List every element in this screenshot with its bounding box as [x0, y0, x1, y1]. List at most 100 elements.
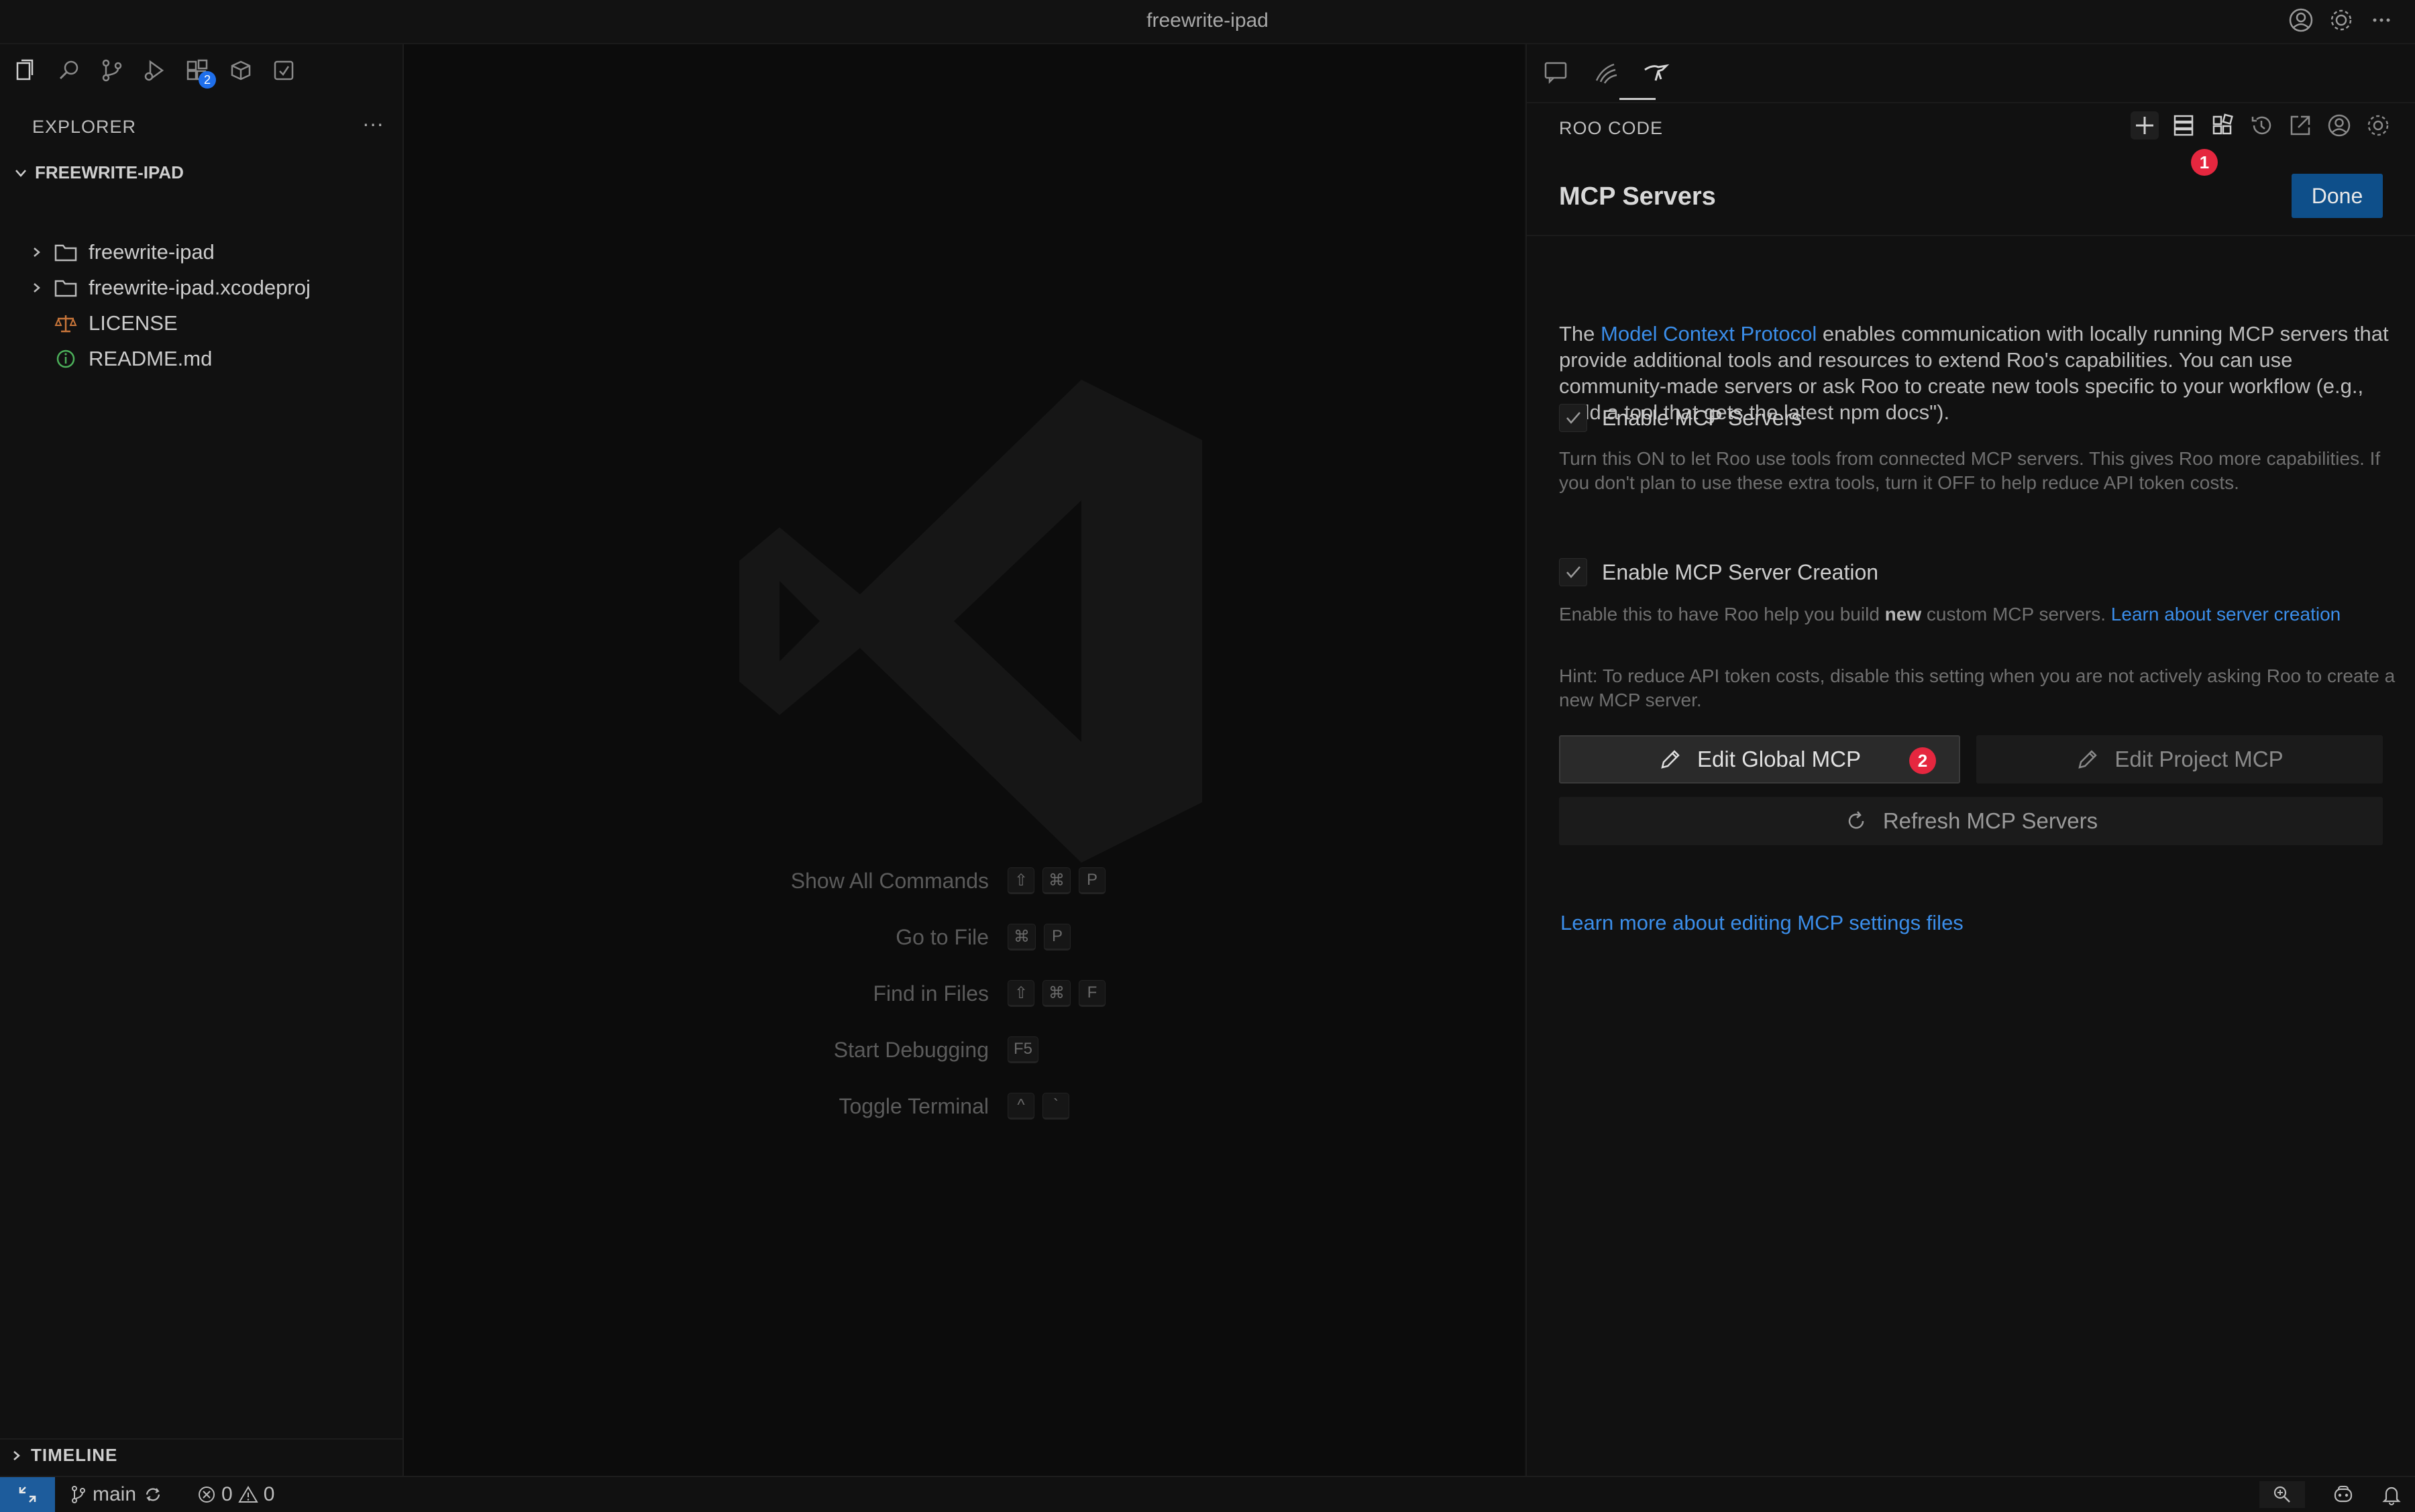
tree-item-folder[interactable]: freewrite-ipad [30, 240, 215, 264]
chevron-right-icon [30, 246, 43, 259]
shortcut-label: Start Debugging [833, 1037, 989, 1062]
roo-kangaroo-icon[interactable] [1640, 56, 1672, 89]
description-text: Enable this to have Roo help you build [1559, 604, 1885, 625]
edit-project-mcp-button[interactable]: Edit Project MCP [1976, 735, 2383, 784]
done-button[interactable]: Done [2292, 174, 2383, 218]
chevron-right-icon [30, 281, 43, 294]
account-icon[interactable] [2288, 7, 2314, 34]
copilot-icon[interactable] [2332, 1484, 2355, 1505]
explorer-icon[interactable] [12, 56, 40, 85]
search-icon[interactable] [55, 56, 83, 85]
learn-more-mcp-settings-link[interactable]: Learn more about editing MCP settings fi… [1560, 911, 1964, 935]
tree-item-label: README.md [89, 347, 213, 370]
folder-icon [54, 242, 78, 262]
testing-icon[interactable] [270, 56, 298, 85]
enable-server-creation-checkbox[interactable] [1559, 558, 1587, 586]
shortcut-label: Show All Commands [790, 868, 989, 893]
extensions-badge: 2 [199, 71, 216, 89]
timeline-label: TIMELINE [31, 1445, 118, 1465]
marketplace-icon[interactable] [2208, 111, 2237, 140]
roo-toolbar [2131, 111, 2392, 140]
tree-item-label: LICENSE [89, 311, 178, 335]
activity-bar: 2 [12, 56, 298, 89]
shortcut-label: Go to File [896, 924, 989, 949]
shortcut-row: Start Debugging F5 [404, 1033, 1039, 1067]
title-bar: freewrite-ipad [0, 0, 2415, 44]
divider [0, 1438, 402, 1440]
zoom-icon[interactable] [2259, 1481, 2305, 1508]
shortcut-key: ⌘ [1042, 867, 1071, 894]
edit-project-mcp-label: Edit Project MCP [2114, 747, 2284, 771]
wave-icon[interactable] [1590, 56, 1622, 89]
learn-server-creation-link[interactable]: Learn about server creation [2111, 604, 2341, 625]
window-title: freewrite-ipad [1146, 9, 1269, 32]
refresh-mcp-servers-button[interactable]: Refresh MCP Servers [1559, 797, 2383, 845]
history-icon[interactable] [2247, 111, 2275, 140]
step-badge: 1 [2191, 149, 2218, 176]
enable-server-creation-label: Enable MCP Server Creation [1602, 559, 1879, 584]
chevron-right-icon [9, 1449, 23, 1462]
step-badge: 2 [1909, 747, 1936, 774]
shortcut-key: ` [1042, 1093, 1069, 1120]
pencil-icon [1658, 747, 1682, 771]
settings-gear-icon[interactable] [2364, 111, 2392, 140]
enable-server-creation-row: Enable MCP Server Creation [1559, 558, 1878, 586]
error-count: 0 [221, 1483, 233, 1505]
account-icon[interactable] [2325, 111, 2353, 140]
source-control-icon[interactable] [98, 56, 126, 85]
shortcut-key: ⇧ [1008, 867, 1034, 894]
explorer-header: EXPLORER [32, 117, 137, 137]
notifications-bell-icon[interactable] [2381, 1484, 2402, 1505]
problems-indicator[interactable]: 0 0 [197, 1477, 274, 1512]
status-bar: main 0 0 [0, 1476, 2415, 1512]
warning-icon [237, 1485, 258, 1504]
plus-icon[interactable] [2131, 111, 2159, 140]
shortcut-row: Find in Files ⇧ ⌘ F [404, 977, 1106, 1010]
active-tab-indicator [1619, 98, 1656, 100]
server-creation-description: Enable this to have Roo help you build n… [1559, 602, 2398, 627]
divider [1527, 102, 2415, 103]
shortcut-key: ⌘ [1008, 924, 1036, 951]
shortcut-row: Go to File ⌘ P [404, 920, 1071, 954]
vscode-watermark-icon [739, 366, 1209, 879]
explorer-more-button[interactable]: ··· [362, 111, 384, 136]
popout-icon[interactable] [2286, 111, 2314, 140]
workspace-root-label: FREEWRITE-IPAD [35, 162, 184, 182]
more-icon[interactable] [2368, 7, 2395, 34]
branch-icon [70, 1484, 87, 1505]
edit-global-mcp-button[interactable]: Edit Global MCP [1559, 735, 1960, 784]
shortcut-key: F5 [1008, 1036, 1039, 1063]
shortcut-key: P [1079, 867, 1106, 894]
tree-item-file[interactable]: LICENSE [54, 311, 178, 335]
shortcut-key: P [1044, 924, 1071, 951]
refresh-mcp-servers-label: Refresh MCP Servers [1882, 808, 2098, 833]
branch-name: main [93, 1483, 137, 1505]
branch-indicator[interactable]: main [70, 1477, 164, 1512]
enable-mcp-servers-checkbox[interactable] [1559, 404, 1587, 432]
intro-text: The [1559, 322, 1601, 345]
shortcut-row: Show All Commands ⇧ ⌘ P [404, 864, 1106, 898]
containers-icon[interactable] [227, 56, 255, 85]
error-icon [197, 1485, 216, 1504]
tree-item-folder[interactable]: freewrite-ipad.xcodeproj [30, 276, 311, 300]
sync-icon[interactable] [142, 1484, 164, 1505]
remote-indicator[interactable] [0, 1477, 55, 1512]
tree-item-label: freewrite-ipad [89, 240, 215, 264]
server-icon[interactable] [2169, 111, 2198, 140]
shortcut-label: Find in Files [873, 981, 989, 1006]
description-text: custom MCP servers. [1921, 604, 2111, 625]
run-debug-icon[interactable] [141, 56, 169, 85]
shortcut-row: Toggle Terminal ^ ` [404, 1089, 1069, 1123]
shortcut-key: ⌘ [1042, 980, 1071, 1007]
extensions-icon[interactable]: 2 [184, 56, 216, 89]
chat-icon[interactable] [1540, 56, 1572, 89]
pencil-icon [2076, 747, 2100, 771]
gear-icon[interactable] [2328, 7, 2355, 34]
model-context-protocol-link[interactable]: Model Context Protocol [1601, 322, 1817, 345]
tree-item-file[interactable]: README.md [54, 347, 212, 371]
workspace-root-folder[interactable]: FREEWRITE-IPAD [13, 162, 184, 183]
roo-code-panel: ROO CODE 1 MCP Servers Done The Model Co… [1525, 44, 2415, 1476]
timeline-section[interactable]: TIMELINE [9, 1445, 117, 1466]
hint-text: Hint: To reduce API token costs, disable… [1559, 665, 2396, 710]
description-emphasis: new [1884, 604, 1922, 625]
